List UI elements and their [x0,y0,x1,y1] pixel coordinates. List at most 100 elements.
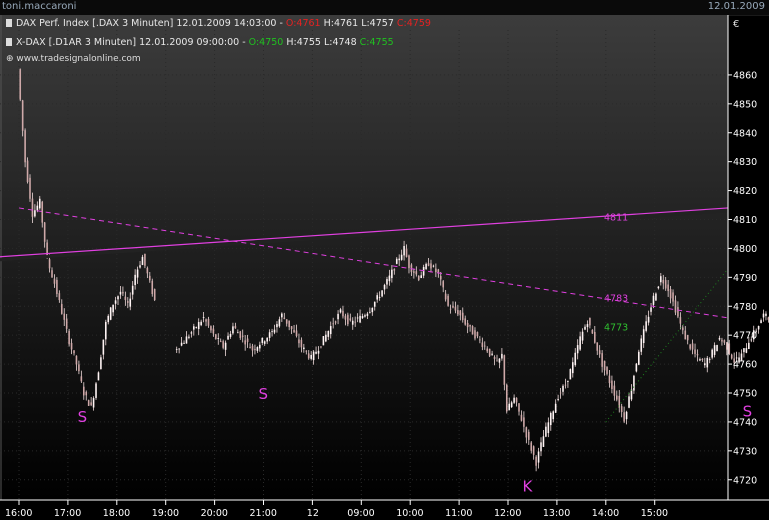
candle-body [415,271,418,275]
candle-body [80,376,83,382]
legend-high: H:4761 [323,18,359,29]
x-tick-label: 11:00 [445,508,472,519]
candle-body [205,319,207,322]
candle-body [82,386,85,396]
candle-body [479,339,481,341]
candle-body [571,362,574,374]
candle-body [674,300,677,313]
candle-body [234,325,237,329]
candle-body [92,398,95,408]
candle-body [640,338,643,352]
candle-body [215,334,217,339]
legend-open: O:4761 [285,18,321,29]
candle-body [369,311,371,313]
candle-body [408,255,410,269]
candle-body [320,346,322,348]
candle-body [579,336,581,350]
candle-body [435,268,437,273]
candle-body [114,300,117,304]
candle-body [254,348,256,350]
candle-body [483,345,486,347]
candle-body [471,326,474,335]
candle-body [139,265,141,268]
y-tick-label: 4860 [733,70,757,81]
candle-body [650,307,652,312]
x-tick-label: 21:00 [250,508,277,519]
candle-body [564,384,567,386]
candle-body [58,293,61,301]
candle-body [569,369,572,380]
candle-body [278,319,281,327]
candle-body [190,332,193,334]
candle-body [430,263,432,269]
candle-body [713,345,716,355]
candle-body [300,339,303,348]
candle-body [75,355,78,365]
candle-body [606,367,608,374]
candle-body [515,397,518,403]
candle-body [56,279,58,294]
candle-body [657,286,660,289]
candle-body [413,271,415,273]
candle-body [283,317,286,319]
legend-open: O:4750 [248,37,284,48]
candle-body [425,263,427,270]
candle-body [197,322,200,330]
candle-body [457,310,459,315]
candle-body [271,331,273,332]
pattern-letter: K [523,478,534,496]
candle-body [78,364,80,372]
candle-body [581,331,584,341]
candle-body [134,274,136,286]
candle-body [486,348,489,352]
candle-body [97,372,100,381]
candle-body [246,338,249,343]
candle-body [562,385,564,392]
candle-body [589,317,591,326]
candle-body [102,339,105,355]
candle-body [222,341,224,348]
candle-body [645,321,647,331]
candle-body [672,292,674,302]
x-tick-label: 10:00 [396,508,423,519]
legend-high: H:4755 [286,37,321,48]
legend-xdax: X-DAX [.D1AR 3 Minuten] 12.01.2009 09:00… [6,37,394,48]
candlestick-chart[interactable]: 481147834773SSKS472047304740475047604770… [0,15,769,520]
candle-body [593,331,596,343]
candle-body [124,296,127,301]
candle-body [327,331,330,337]
candle-body [281,313,283,318]
candle-body [276,324,278,328]
y-tick-label: 4790 [733,273,757,284]
candle-body [704,363,706,366]
candle-body [95,383,97,398]
candle-body [26,160,29,182]
candle-body [537,451,540,463]
candle-body [642,329,645,344]
candle-body [554,403,557,413]
candle-body [117,296,119,300]
candle-body [259,344,261,349]
candle-body [19,69,22,100]
candle-body [743,348,745,353]
candle-body [520,414,523,421]
candle-body [718,337,721,340]
candle-body [496,360,498,362]
x-tick-label: 18:00 [103,508,130,519]
candle-body [748,342,750,350]
candle-body [439,276,442,280]
candle-body [498,358,501,363]
candle-body [559,392,562,394]
watermark-text: www.tradesignalonline.com [16,54,141,64]
candle-body [73,350,75,354]
candle-body [662,279,665,284]
window-date: 12.01.2009 [707,1,765,12]
legend-label: DAX Perf. Index [.DAX 3 Minuten] 12.01.2… [16,18,286,29]
candle-body [219,341,222,343]
candle-body [48,259,51,269]
candle-body [373,301,376,307]
candle-body [41,201,44,223]
x-tick-label: 15:00 [641,508,668,519]
candle-body [730,354,733,359]
candle-body [523,417,525,427]
